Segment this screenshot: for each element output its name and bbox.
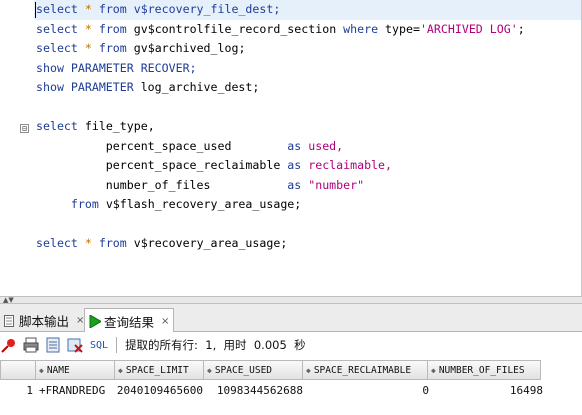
keyword-token: from	[91, 41, 134, 55]
column-header[interactable]: ◆ SPACE_USED	[203, 360, 303, 380]
output-tab-bar: 脚本输出 × 查询结果 ×	[0, 304, 582, 333]
keyword-token: as	[287, 158, 309, 172]
code-token: v$flash_recovery_area_usage;	[105, 197, 302, 211]
sort-icon[interactable]: ◆	[431, 366, 436, 375]
column-header-label: NAME	[46, 364, 70, 376]
keyword-token: select	[36, 236, 85, 250]
column-header-label: SPACE_USED	[214, 364, 273, 376]
column-header[interactable]: ◆ SPACE_LIMIT	[114, 360, 204, 380]
tab-script-output[interactable]: 脚本输出 ×	[0, 308, 88, 332]
sort-icon[interactable]: ◆	[207, 366, 212, 375]
string-token: "number"	[308, 177, 365, 192]
fetch-status-text: 提取的所有行: 1, 用时 0.005 秒	[125, 338, 306, 352]
sql-button[interactable]: SQL	[90, 340, 108, 351]
grid-header-row: ◆ NAME ◆ SPACE_LIMIT ◆ SPACE_USED ◆ SPACE_RECLA…	[0, 360, 582, 380]
column-header-label: NUMBER_OF_FILES	[438, 364, 525, 376]
code-token: *	[84, 21, 92, 36]
code-token: number_of_files	[36, 177, 288, 192]
play-icon	[89, 314, 101, 328]
keyword-token: select	[36, 41, 85, 55]
panel-splitter[interactable]: ▲▼	[0, 296, 582, 304]
clear-icon[interactable]	[66, 336, 84, 354]
sort-icon[interactable]: ◆	[118, 366, 123, 375]
table-cell[interactable]: 2040109465600	[116, 380, 206, 400]
code-line[interactable]: percent_space_reclaimable as reclaimable…	[34, 156, 581, 176]
code-line[interactable]	[34, 98, 581, 118]
column-header-label: SPACE_LIMIT	[125, 364, 189, 376]
text-caret	[35, 2, 36, 18]
tab-script-output-label: 脚本输出	[19, 313, 70, 329]
keyword-token: select	[36, 2, 85, 16]
code-token: *	[84, 236, 92, 250]
row-number: 1	[26, 383, 33, 397]
keyword-token: select	[36, 21, 85, 36]
keyword-token: from	[91, 236, 134, 250]
code-token: log_archive_dest;	[140, 80, 260, 94]
code-token: percent_space_used	[36, 138, 288, 153]
string-token: used,	[308, 138, 344, 153]
sort-icon[interactable]: ◆	[306, 366, 311, 375]
code-token: *	[84, 2, 92, 16]
code-line[interactable]: from v$flash_recovery_area_usage;	[34, 195, 581, 215]
toolbar-separator	[116, 337, 118, 353]
tab-query-result[interactable]: 查询结果 ×	[84, 308, 175, 333]
code-token: gv$archived_log;	[133, 41, 246, 55]
string-token: reclaimable,	[308, 158, 392, 172]
fold-marker-icon[interactable]: ⊟	[20, 124, 29, 133]
sort-icon[interactable]: ◆	[39, 366, 44, 375]
code-token: gv$controlfile_record_section	[133, 21, 344, 36]
result-toolbar: SQL 提取的所有行: 1, 用时 0.005 秒	[0, 332, 582, 358]
code-token: file_type,	[84, 119, 155, 133]
code-line[interactable]: select * from v$recovery_area_usage;	[34, 234, 581, 254]
code-token: percent_space_reclaimable	[36, 158, 288, 172]
close-icon[interactable]: ×	[161, 316, 169, 327]
keyword-token: select	[36, 119, 85, 133]
table-cell[interactable]: 1098344562688	[206, 380, 306, 400]
print-icon[interactable]	[22, 336, 40, 354]
code-line[interactable]: percent_space_used as used,	[34, 137, 581, 157]
script-output-icon	[4, 314, 14, 327]
table-cell[interactable]: 16498	[432, 380, 546, 400]
export-icon[interactable]	[44, 336, 62, 354]
table-cell[interactable]: 0	[306, 380, 432, 400]
keyword-token: from	[36, 197, 106, 211]
table-cell[interactable]: +FRANDREDG	[36, 380, 116, 400]
code-line[interactable]	[34, 215, 581, 235]
result-grid[interactable]: ◆ NAME ◆ SPACE_LIMIT ◆ SPACE_USED ◆ SPACE_RECLA…	[0, 358, 582, 415]
collapse-arrows-icon[interactable]: ▲▼	[3, 297, 14, 304]
code-token: v$recovery_area_usage;	[133, 236, 288, 250]
code-line[interactable]: select * from gv$controlfile_record_sect…	[34, 20, 581, 40]
column-header[interactable]: ◆ NUMBER_OF_FILES	[427, 360, 541, 380]
code-line[interactable]: show PARAMETER RECOVER;	[34, 59, 581, 79]
keyword-token: as	[287, 138, 309, 153]
string-token: 'ARCHIVED LOG'	[419, 21, 518, 36]
code-line[interactable]: select file_type,	[34, 117, 581, 137]
code-line[interactable]: select * from gv$archived_log;	[34, 39, 581, 59]
sql-editor[interactable]: ⊟ select * from v$recovery_file_dest; sel…	[0, 0, 582, 296]
keyword-token: from	[91, 21, 134, 36]
pin-icon[interactable]	[0, 336, 18, 354]
code-token: ;	[517, 21, 525, 36]
tab-query-result-label: 查询结果	[104, 314, 155, 330]
editor-gutter: ⊟	[0, 0, 34, 296]
code-token: type=	[385, 21, 420, 36]
keyword-token: show PARAMETER	[36, 80, 141, 94]
editor-code[interactable]: select * from v$recovery_file_dest; selec…	[34, 0, 581, 254]
code-line[interactable]: number_of_files as "number"	[34, 176, 581, 196]
table-row[interactable]: 1 +FRANDREDG 2040109465600 1098344562688 0 1…	[0, 380, 582, 400]
code-line[interactable]: show PARAMETER log_archive_dest;	[34, 78, 581, 98]
code-line[interactable]: select * from v$recovery_file_dest;	[34, 0, 581, 20]
column-header-label: SPACE_RECLAIMABLE	[313, 364, 412, 376]
column-header[interactable]: ◆ NAME	[35, 360, 115, 380]
row-number-header	[0, 360, 36, 380]
column-header[interactable]: ◆ SPACE_RECLAIMABLE	[302, 360, 428, 380]
keyword-token: show PARAMETER RECOVER;	[36, 60, 197, 75]
keyword-token: as	[287, 177, 309, 192]
keyword-token: from v$recovery_file_dest;	[91, 2, 281, 16]
keyword-token: where	[343, 21, 386, 36]
code-token: *	[84, 41, 92, 55]
